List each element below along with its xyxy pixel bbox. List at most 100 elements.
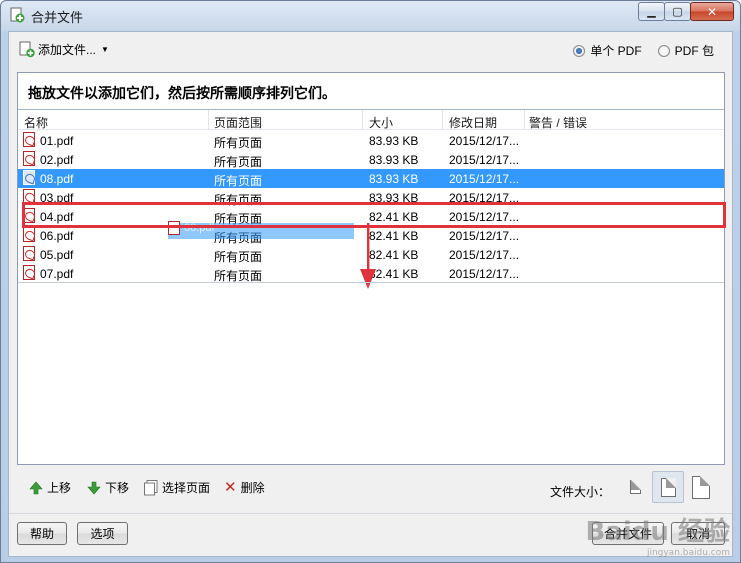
minimize-button[interactable]: ▁ xyxy=(638,2,665,21)
toolbar: 添加文件... ▼ 单个 PDF PDF 包 xyxy=(9,32,732,68)
help-button[interactable]: 帮助 xyxy=(17,522,67,545)
page-range: 所有页面 xyxy=(214,174,263,188)
file-name: 01.pdf xyxy=(40,134,74,148)
help-label: 帮助 xyxy=(29,527,54,541)
column-header-size[interactable]: 大小 xyxy=(369,114,393,131)
drag-ghost-label: 08.pdf xyxy=(184,222,215,234)
pdf-file-icon xyxy=(23,170,35,185)
move-down-button[interactable]: 下移 xyxy=(87,479,129,496)
watermark-brand: Baidu 经验 xyxy=(585,517,730,547)
table-row[interactable]: 02.pdf 所有页面 83.93 KB 2015/12/17... xyxy=(18,150,724,169)
output-mode-radio-group: 单个 PDF PDF 包 xyxy=(573,42,714,59)
drop-indicator-line xyxy=(18,282,724,283)
file-size-medium-button[interactable] xyxy=(652,471,684,503)
file-name: 06.pdf xyxy=(40,229,74,243)
file-size-large-button[interactable] xyxy=(685,471,717,503)
file-size: 82.41 KB xyxy=(369,210,419,224)
close-icon: ✕ xyxy=(706,4,718,19)
choose-pages-button[interactable]: 选择页面 xyxy=(144,479,210,496)
page-range: 所有页面 xyxy=(214,250,263,264)
radio-single-pdf[interactable]: 单个 PDF xyxy=(573,42,642,59)
title-bar[interactable]: 合并文件 ▁ ▢ ✕ xyxy=(1,1,740,29)
modified-date: 2015/12/17... xyxy=(449,210,520,224)
add-file-icon xyxy=(19,41,35,58)
add-files-label: 添加文件... xyxy=(38,43,97,57)
medium-document-icon xyxy=(660,477,676,497)
pdf-file-icon xyxy=(23,208,35,223)
file-list-panel[interactable]: 拖放文件以添加它们，然后按所需顺序排列它们。 名称 页面范围 大小 修改日期 警… xyxy=(17,72,726,465)
small-document-icon xyxy=(629,480,641,494)
choose-pages-label: 选择页面 xyxy=(162,481,211,495)
pdf-file-icon xyxy=(23,151,35,166)
pages-icon xyxy=(144,479,158,495)
page-range: 所有页面 xyxy=(214,155,263,169)
move-up-label: 上移 xyxy=(47,481,72,495)
arrow-down-icon xyxy=(87,481,101,494)
close-button[interactable]: ✕ xyxy=(690,2,734,21)
column-separator[interactable] xyxy=(208,110,209,130)
drag-ghost-pdf-icon xyxy=(168,221,180,235)
page-range: 所有页面 xyxy=(214,136,263,150)
pdf-file-icon xyxy=(23,265,35,280)
file-size: 83.93 KB xyxy=(369,172,419,186)
column-header-range[interactable]: 页面范围 xyxy=(214,114,262,131)
modified-date: 2015/12/17... xyxy=(449,153,520,167)
add-files-button[interactable]: 添加文件... ▼ xyxy=(19,41,109,58)
modified-date: 2015/12/17... xyxy=(449,248,520,262)
move-down-arrow-annotation xyxy=(360,223,376,289)
radio-pdf-package[interactable]: PDF 包 xyxy=(657,42,714,59)
instruction-text: 拖放文件以添加它们，然后按所需顺序排列它们。 xyxy=(28,85,336,101)
pdf-file-icon xyxy=(23,246,35,261)
file-name: 08.pdf xyxy=(40,172,74,186)
file-size: 83.93 KB xyxy=(369,153,419,167)
radio-checked-icon xyxy=(573,44,586,57)
file-name: 05.pdf xyxy=(40,248,74,262)
arrow-up-icon xyxy=(29,481,43,494)
maximize-button[interactable]: ▢ xyxy=(664,2,691,21)
column-separator[interactable] xyxy=(524,110,525,130)
column-header-warning[interactable]: 警告 / 错误 xyxy=(529,114,587,131)
watermark-url: jingyan.baidu.com xyxy=(646,548,730,558)
action-bar: 上移 下移 选择页面 ✕ 删除 文件大小： xyxy=(9,465,732,513)
file-size: 83.93 KB xyxy=(369,134,419,148)
column-header-name[interactable]: 名称 xyxy=(24,114,48,131)
file-name: 07.pdf xyxy=(40,267,74,281)
options-button[interactable]: 选项 xyxy=(77,522,128,545)
file-name: 03.pdf xyxy=(40,191,74,205)
minimize-icon: ▁ xyxy=(647,5,656,18)
table-row[interactable]: 03.pdf 所有页面 83.93 KB 2015/12/17... xyxy=(18,188,724,207)
dialog-body: 添加文件... ▼ 单个 PDF PDF 包 拖放文件以添加它们，然后按所需顺序… xyxy=(8,31,733,557)
radio-pdf-package-label: PDF 包 xyxy=(674,44,714,58)
column-header-date[interactable]: 修改日期 xyxy=(449,114,497,131)
options-label: 选项 xyxy=(90,527,115,541)
chevron-down-icon: ▼ xyxy=(101,45,109,54)
baidu-watermark: Baidu 经验 jingyan.baidu.com xyxy=(586,511,730,558)
maximize-icon: ▢ xyxy=(672,5,683,18)
table-header: 名称 页面范围 大小 修改日期 警告 / 错误 xyxy=(18,110,724,130)
move-up-button[interactable]: 上移 xyxy=(29,479,71,496)
file-size-label: 文件大小： xyxy=(550,485,611,499)
file-name: 04.pdf xyxy=(40,210,74,224)
move-down-label: 下移 xyxy=(105,481,130,495)
window-controls: ▁ ▢ ✕ xyxy=(638,2,734,21)
file-size: 83.93 KB xyxy=(369,191,419,205)
delete-button[interactable]: ✕ 删除 xyxy=(224,479,265,496)
file-name: 02.pdf xyxy=(40,153,74,167)
merge-app-icon xyxy=(10,7,25,23)
modified-date: 2015/12/17... xyxy=(449,229,520,243)
page-range: 所有页面 xyxy=(214,193,263,207)
window-title: 合并文件 xyxy=(31,10,84,25)
modified-date: 2015/12/17... xyxy=(449,172,520,186)
table-row[interactable]: 01.pdf 所有页面 83.93 KB 2015/12/17... xyxy=(18,131,724,150)
radio-single-pdf-label: 单个 PDF xyxy=(590,44,642,58)
delete-x-icon: ✕ xyxy=(224,479,237,496)
pdf-file-icon xyxy=(23,227,35,242)
modified-date: 2015/12/17... xyxy=(449,134,520,148)
radio-unchecked-icon xyxy=(657,44,670,57)
file-size-small-button[interactable] xyxy=(619,471,651,503)
column-separator[interactable] xyxy=(362,110,363,130)
modified-date: 2015/12/17... xyxy=(449,267,520,281)
column-separator[interactable] xyxy=(442,110,443,130)
modified-date: 2015/12/17... xyxy=(449,191,520,205)
table-row-selected[interactable]: 08.pdf 所有页面 83.93 KB 2015/12/17... xyxy=(18,169,724,188)
